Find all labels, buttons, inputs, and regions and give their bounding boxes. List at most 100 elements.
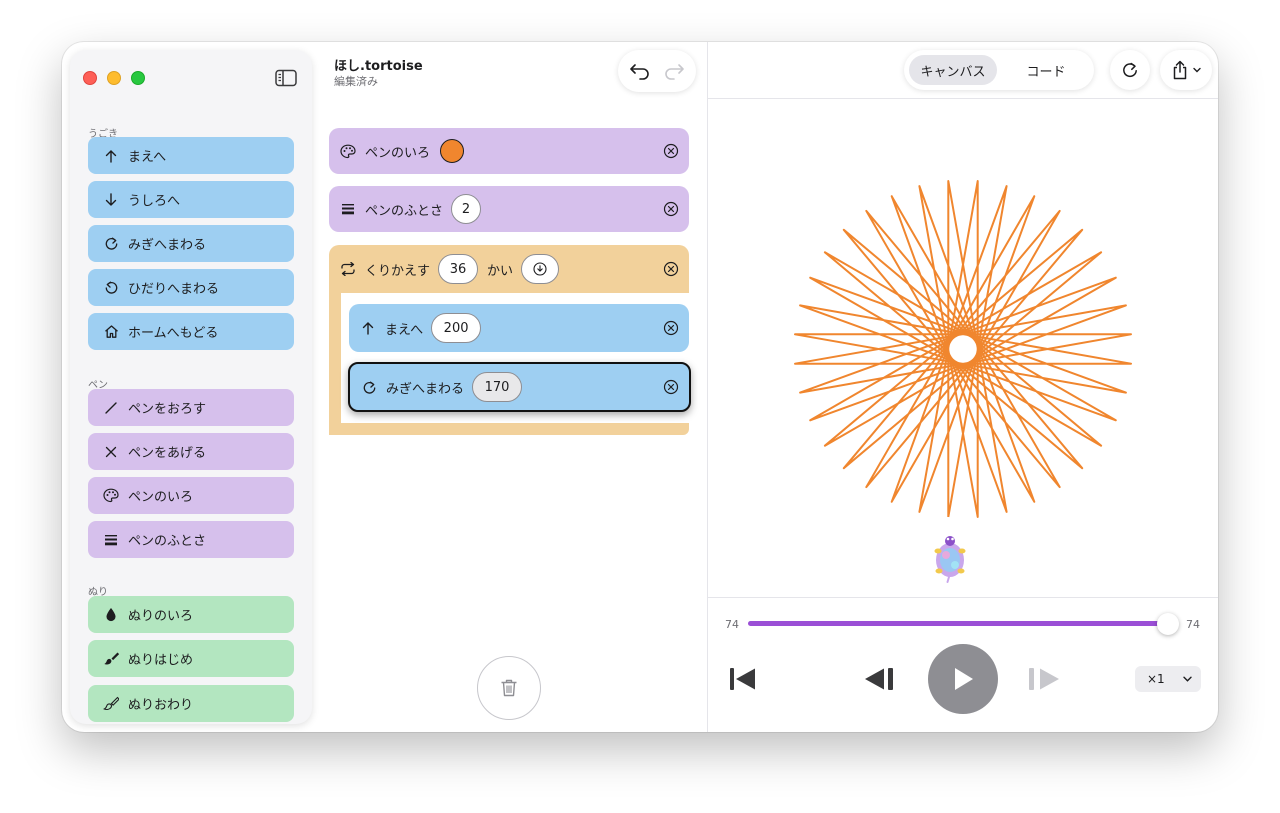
share-icon xyxy=(1173,60,1187,80)
chevron-down-icon xyxy=(1193,67,1201,73)
repeat-count-value[interactable]: 36 xyxy=(438,254,479,284)
block-turn-right[interactable]: みぎへまわる 170 xyxy=(348,362,691,412)
drop-icon xyxy=(102,606,120,624)
trash-button[interactable] xyxy=(477,656,541,720)
command-label: ペンをあげる xyxy=(128,446,207,461)
document-title: ほし.tortoise xyxy=(334,59,423,74)
repeat-suffix: かい xyxy=(487,263,514,279)
timeline-slider[interactable] xyxy=(748,621,1168,626)
block-pen-width[interactable]: ペンのふとさ 2 xyxy=(329,186,689,232)
remove-block-icon[interactable] xyxy=(663,201,679,217)
tab-canvas[interactable]: キャンバス xyxy=(909,55,997,85)
share-button[interactable] xyxy=(1160,50,1212,90)
command-label: ペンのいろ xyxy=(128,490,194,505)
zoom-window-button[interactable] xyxy=(131,71,145,85)
command-turn-right[interactable]: みぎへまわる xyxy=(88,225,294,262)
step-forward-icon xyxy=(1029,668,1059,690)
pen-width-value[interactable]: 2 xyxy=(451,194,482,224)
star-drawing xyxy=(794,180,1132,518)
pen-down-icon xyxy=(102,399,120,417)
reload-button[interactable] xyxy=(1110,50,1150,90)
command-end-fill[interactable]: ぬりおわり xyxy=(88,685,294,722)
undo-redo-group xyxy=(618,50,696,92)
command-label: ひだりへまわる xyxy=(128,282,220,297)
command-backward[interactable]: うしろへ xyxy=(88,181,294,218)
canvas-divider xyxy=(708,597,1218,598)
drawing-canvas[interactable] xyxy=(708,99,1218,597)
play-button[interactable] xyxy=(928,644,998,714)
reload-icon xyxy=(1123,62,1137,78)
turtle-icon xyxy=(934,536,966,583)
rotate-right-icon xyxy=(360,378,378,396)
command-pen-down[interactable]: ペンをおろす xyxy=(88,389,294,426)
command-label: ペンのふとさ xyxy=(128,534,207,549)
command-label: ペンをおろす xyxy=(128,402,207,417)
repeat-collapse-button[interactable] xyxy=(521,254,560,284)
program-editor: ほし.tortoise 編集済み ペンのいろ ペンのふとさ 2 くりかえす 36… xyxy=(312,42,707,732)
command-go-home[interactable]: ホームへもどる xyxy=(88,313,294,350)
repeat-footer-bar xyxy=(329,423,689,435)
home-icon xyxy=(102,323,120,341)
command-forward[interactable]: まえへ xyxy=(88,137,294,174)
command-label: みぎへまわる xyxy=(128,238,207,253)
paint-brush-outline-icon xyxy=(102,695,120,713)
paint-brush-icon xyxy=(102,650,120,668)
arrow-up-icon xyxy=(102,147,120,165)
speed-value: ×1 xyxy=(1147,672,1165,686)
document-status: 編集済み xyxy=(334,75,378,88)
view-mode-segmented-control: キャンバス コード xyxy=(904,50,1094,90)
block-pen-color[interactable]: ペンのいろ xyxy=(329,128,689,174)
step-back-button[interactable] xyxy=(862,666,898,692)
line-weight-icon xyxy=(339,200,357,218)
minimize-window-button[interactable] xyxy=(107,71,121,85)
repeat-side-bar xyxy=(329,285,341,435)
command-begin-fill[interactable]: ぬりはじめ xyxy=(88,640,294,677)
pen-up-icon xyxy=(102,443,120,461)
block-label: まえへ xyxy=(385,322,424,338)
remove-block-icon[interactable] xyxy=(663,379,679,395)
step-end-label: 74 xyxy=(1186,618,1200,631)
command-label: ぬりおわり xyxy=(128,698,194,713)
app-window: うごき まえへ うしろへ みぎへまわる ひだりへまわる ホームへもどる ペン ペ… xyxy=(62,42,1218,732)
chevron-down-icon xyxy=(1183,676,1192,682)
command-label: まえへ xyxy=(128,150,167,165)
star-path xyxy=(794,180,1132,518)
command-pen-up[interactable]: ペンをあげる xyxy=(88,433,294,470)
block-label: ペンのふとさ xyxy=(365,203,444,219)
preview-pane: キャンバス コード 74 74 ×1 xyxy=(708,42,1218,732)
command-label: ぬりのいろ xyxy=(128,609,194,624)
block-label: みぎへまわる xyxy=(386,381,465,397)
remove-block-icon[interactable] xyxy=(663,320,679,336)
palette-icon xyxy=(339,142,357,160)
play-icon xyxy=(955,668,973,690)
timeline-slider-knob[interactable] xyxy=(1157,613,1179,635)
skip-to-start-icon xyxy=(730,668,755,690)
command-label: うしろへ xyxy=(128,194,181,209)
block-label: くりかえす xyxy=(365,263,431,279)
block-label: ペンのいろ xyxy=(365,145,431,161)
command-pen-color[interactable]: ペンのいろ xyxy=(88,477,294,514)
pen-color-swatch[interactable] xyxy=(440,139,465,163)
sidebar-toggle-icon[interactable] xyxy=(275,69,297,87)
close-window-button[interactable] xyxy=(83,71,97,85)
arrow-down-icon xyxy=(102,191,120,209)
command-pen-width[interactable]: ペンのふとさ xyxy=(88,521,294,558)
line-weight-icon xyxy=(102,531,120,549)
remove-block-icon[interactable] xyxy=(663,143,679,159)
block-forward[interactable]: まえへ 200 xyxy=(349,304,689,352)
turn-angle-value[interactable]: 170 xyxy=(472,372,523,402)
rotate-right-icon xyxy=(102,235,120,253)
repeat-icon xyxy=(339,260,357,278)
speed-select[interactable]: ×1 xyxy=(1135,666,1201,692)
tab-code[interactable]: コード xyxy=(1004,55,1088,85)
redo-icon[interactable] xyxy=(663,61,685,81)
remove-block-icon[interactable] xyxy=(663,261,679,277)
forward-distance-value[interactable]: 200 xyxy=(431,313,482,343)
command-label: ホームへもどる xyxy=(128,326,219,341)
step-forward-button[interactable] xyxy=(1026,666,1062,692)
block-repeat[interactable]: くりかえす 36 かい xyxy=(329,245,689,293)
command-fill-color[interactable]: ぬりのいろ xyxy=(88,596,294,633)
rewind-to-start-button[interactable] xyxy=(726,666,760,692)
command-turn-left[interactable]: ひだりへまわる xyxy=(88,269,294,306)
undo-icon[interactable] xyxy=(629,61,651,81)
